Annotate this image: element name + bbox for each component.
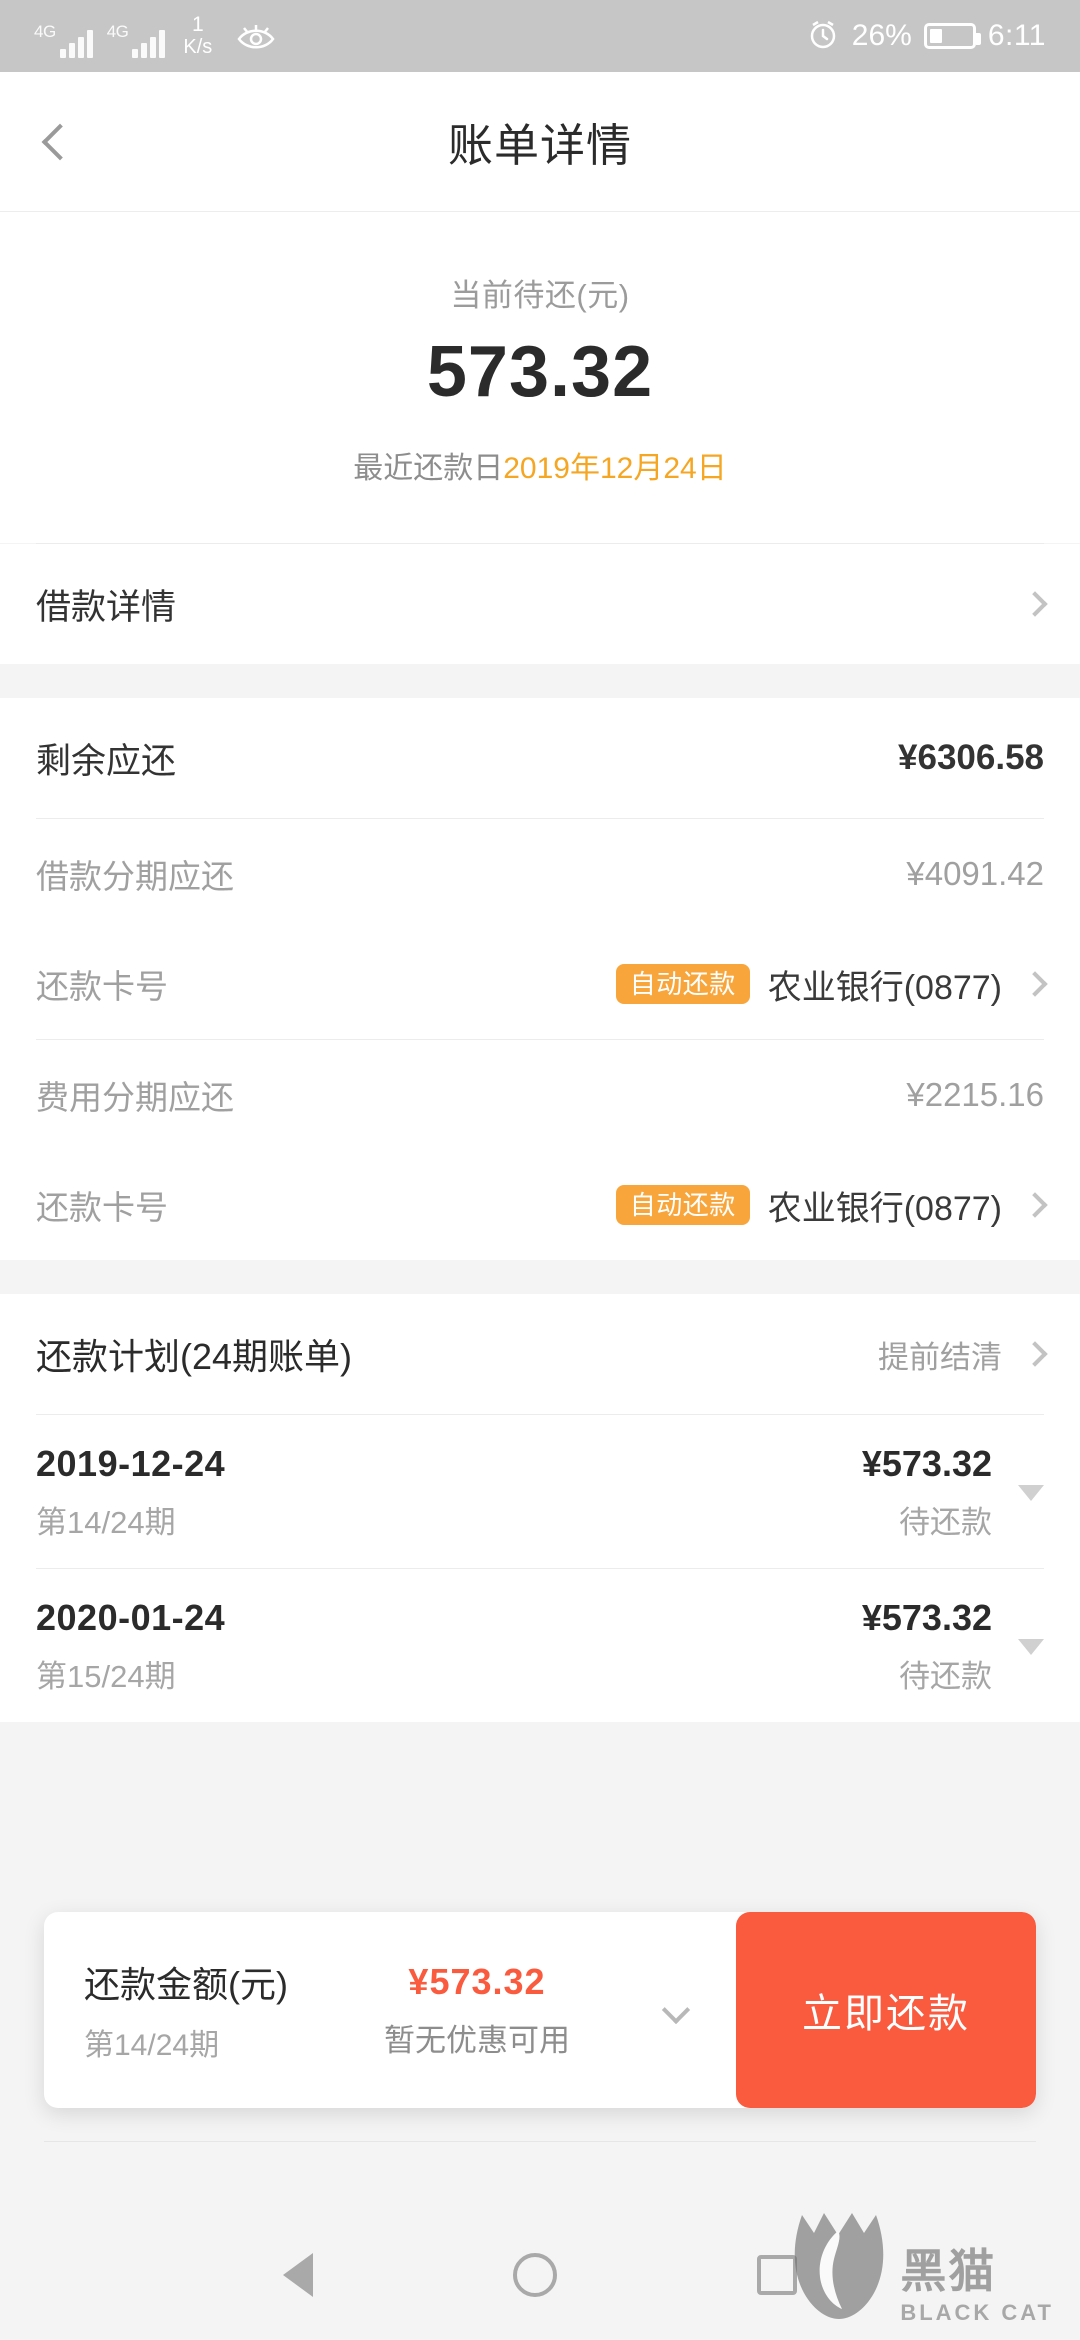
- network-speed-indicator: 1 K/s: [183, 14, 212, 57]
- phone-screen: 4G 4G 1 K/s 26% 6:11 账单详情 当前待还(元) 573.32…: [0, 0, 1080, 2340]
- principal-bank-name: 农业银行(0877): [767, 968, 1002, 1007]
- principal-repay-card-label: 还款卡号: [36, 968, 168, 1005]
- principal-repay-card-row[interactable]: 还款卡号 自动还款 农业银行(0877): [0, 929, 1080, 1039]
- auto-repay-badge: 自动还款: [615, 1185, 750, 1225]
- installment-left: 2019-12-24 第14/24期: [36, 1443, 225, 1542]
- installment-date: 2019-12-24: [36, 1443, 226, 1484]
- pay-bar-info[interactable]: 还款金额(元) 第14/24期 ¥573.32 暂无优惠可用: [44, 1912, 736, 2108]
- installment-left: 2020-01-24 第15/24期: [36, 1597, 225, 1696]
- watermark-en: BLACK CAT: [900, 2300, 1054, 2325]
- installment-amount-group: ¥573.32 待还款: [862, 1597, 992, 1696]
- status-bar: 4G 4G 1 K/s 26% 6:11: [0, 0, 1080, 72]
- signal-bars-icon-2: [132, 28, 166, 58]
- android-back-icon[interactable]: [283, 2253, 313, 2297]
- chevron-right-icon: [1022, 1192, 1048, 1218]
- network-speed-unit: K/s: [183, 35, 213, 58]
- installment-status: 待还款: [899, 1659, 992, 1694]
- section-gap: [0, 664, 1080, 698]
- installment-date: 2020-01-24: [36, 1597, 226, 1638]
- remaining-due-row: 剩余应还 ¥6306.58: [0, 698, 1080, 818]
- watermark-text: 黑猫 BLACK CAT: [900, 2248, 1054, 2326]
- remaining-due-value: ¥6306.58: [898, 738, 1044, 777]
- installment-amount-group: ¥573.32 待还款: [862, 1443, 992, 1542]
- battery-icon: [923, 23, 981, 49]
- principal-installment-value: ¥4091.42: [906, 855, 1044, 892]
- alarm-clock-icon: [806, 17, 840, 56]
- installment-right: ¥573.32 待还款: [862, 1597, 1044, 1696]
- fee-repay-card-value-group: 自动还款 农业银行(0877): [615, 1181, 1048, 1230]
- pay-amount-label: 还款金额(元): [84, 1964, 288, 2005]
- loan-detail-card: 借款详情: [0, 544, 1080, 664]
- next-due-date-label: 最近还款日: [353, 452, 504, 485]
- status-bar-clock: 6:11: [987, 19, 1046, 52]
- pay-amount-block: 还款金额(元) 第14/24期: [84, 1956, 288, 2064]
- fee-repay-card-label: 还款卡号: [36, 1189, 168, 1226]
- principal-repay-card-value-group: 自动还款 农业银行(0877): [615, 960, 1048, 1009]
- eye-comfort-icon: [236, 23, 276, 58]
- pay-bar: 还款金额(元) 第14/24期 ¥573.32 暂无优惠可用 立即还款: [44, 1912, 1036, 2108]
- status-bar-right: 26% 6:11: [806, 17, 1046, 56]
- signal-indicator-sim1: 4G: [34, 23, 93, 58]
- network-type-label-1: 4G: [34, 21, 56, 41]
- triangle-down-icon[interactable]: [1018, 1638, 1044, 1655]
- pay-coupon-note: 暂无优惠可用: [383, 2022, 570, 2058]
- next-due-date-value: 2019年12月24日: [503, 452, 727, 485]
- installment-status: 待还款: [899, 1505, 992, 1540]
- triangle-down-icon[interactable]: [1018, 1484, 1044, 1501]
- repayment-plan-card: 还款计划(24期账单) 提前结清 2019-12-24 第14/24期 ¥573…: [0, 1294, 1080, 1722]
- black-cat-logo-icon: [794, 2209, 890, 2326]
- early-settlement-label: 提前结清: [878, 1339, 1002, 1375]
- chevron-right-icon: [1022, 1341, 1048, 1367]
- pay-amount-value: ¥573.32: [408, 1960, 546, 2002]
- installment-row[interactable]: 2020-01-24 第15/24期 ¥573.32 待还款: [0, 1569, 1080, 1722]
- network-speed-value: 1: [191, 13, 204, 37]
- pay-now-button[interactable]: 立即还款: [736, 1912, 1036, 2108]
- divider: [44, 2141, 1036, 2142]
- current-due-label: 当前待还(元): [450, 278, 630, 313]
- auto-repay-badge: 自动还款: [615, 964, 750, 1004]
- pay-term-label: 第14/24期: [84, 2029, 220, 2062]
- page-title: 账单详情: [447, 120, 632, 171]
- installment-term: 第14/24期: [36, 1505, 176, 1540]
- watermark: 黑猫 BLACK CAT: [794, 2209, 1054, 2326]
- network-type-label-2: 4G: [106, 21, 129, 41]
- fee-repay-card-row[interactable]: 还款卡号 自动还款 农业银行(0877): [0, 1150, 1080, 1260]
- current-due-amount: 573.32: [426, 332, 654, 412]
- chevron-down-icon[interactable]: [661, 1995, 691, 2025]
- watermark-cn: 黑猫: [900, 2245, 997, 2297]
- principal-installment-label: 借款分期应还: [36, 858, 234, 895]
- signal-indicator-sim2: 4G: [107, 23, 166, 58]
- chevron-right-icon: [1022, 971, 1048, 997]
- status-bar-left: 4G 4G 1 K/s: [34, 14, 806, 58]
- app-bar: 账单详情: [0, 72, 1080, 212]
- loan-detail-label: 借款详情: [36, 587, 177, 627]
- next-due-date-line: 最近还款日2019年12月24日: [0, 443, 1080, 487]
- repayment-plan-header: 还款计划(24期账单) 提前结清: [0, 1294, 1080, 1414]
- installment-right: ¥573.32 待还款: [862, 1443, 1044, 1542]
- repayment-plan-title: 还款计划(24期账单): [36, 1336, 353, 1377]
- android-home-icon[interactable]: [513, 2253, 557, 2297]
- loan-detail-row[interactable]: 借款详情: [0, 544, 1080, 664]
- fee-bank-name: 农业银行(0877): [767, 1189, 1002, 1228]
- signal-bars-icon-1: [59, 28, 93, 58]
- principal-installment-row: 借款分期应还 ¥4091.42: [0, 819, 1080, 929]
- summary-panel: 当前待还(元) 573.32 最近还款日2019年12月24日: [0, 212, 1080, 543]
- battery-percent-label: 26%: [851, 19, 912, 52]
- fee-installment-row: 费用分期应还 ¥2215.16: [0, 1040, 1080, 1150]
- early-settlement-group[interactable]: 提前结清: [878, 1332, 1048, 1377]
- installment-amount: ¥573.32: [861, 1443, 992, 1484]
- balance-card: 剩余应还 ¥6306.58 借款分期应还 ¥4091.42 还款卡号 自动还款 …: [0, 698, 1080, 1260]
- remaining-due-label: 剩余应还: [36, 741, 177, 781]
- section-gap: [0, 1260, 1080, 1294]
- android-recents-icon[interactable]: [757, 2255, 797, 2295]
- pay-amount-value-block: ¥573.32 暂无优惠可用: [328, 1961, 626, 2060]
- installment-amount: ¥573.32: [861, 1597, 992, 1638]
- chevron-right-icon: [1022, 591, 1048, 617]
- installment-row[interactable]: 2019-12-24 第14/24期 ¥573.32 待还款: [0, 1415, 1080, 1568]
- installment-term: 第15/24期: [36, 1659, 176, 1694]
- fee-installment-value: ¥2215.16: [906, 1076, 1044, 1113]
- fee-installment-label: 费用分期应还: [36, 1079, 234, 1116]
